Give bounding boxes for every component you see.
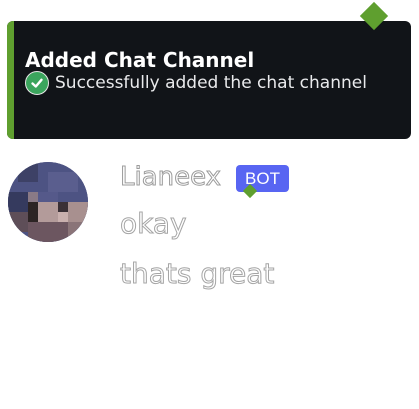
toast-message-row: Successfully added the chat channel [25,70,367,96]
message-line: thats great [119,257,275,291]
bot-badge: BOT [236,165,289,192]
check-circle-icon [25,71,49,95]
avatar[interactable] [8,162,88,242]
message-line: okay [120,207,188,241]
toast-title: Added Chat Channel [25,48,255,72]
toast-message: Successfully added the chat channel [55,73,367,93]
toast-accent-bar [7,21,14,139]
message-username[interactable]: Lianeex [119,162,221,193]
